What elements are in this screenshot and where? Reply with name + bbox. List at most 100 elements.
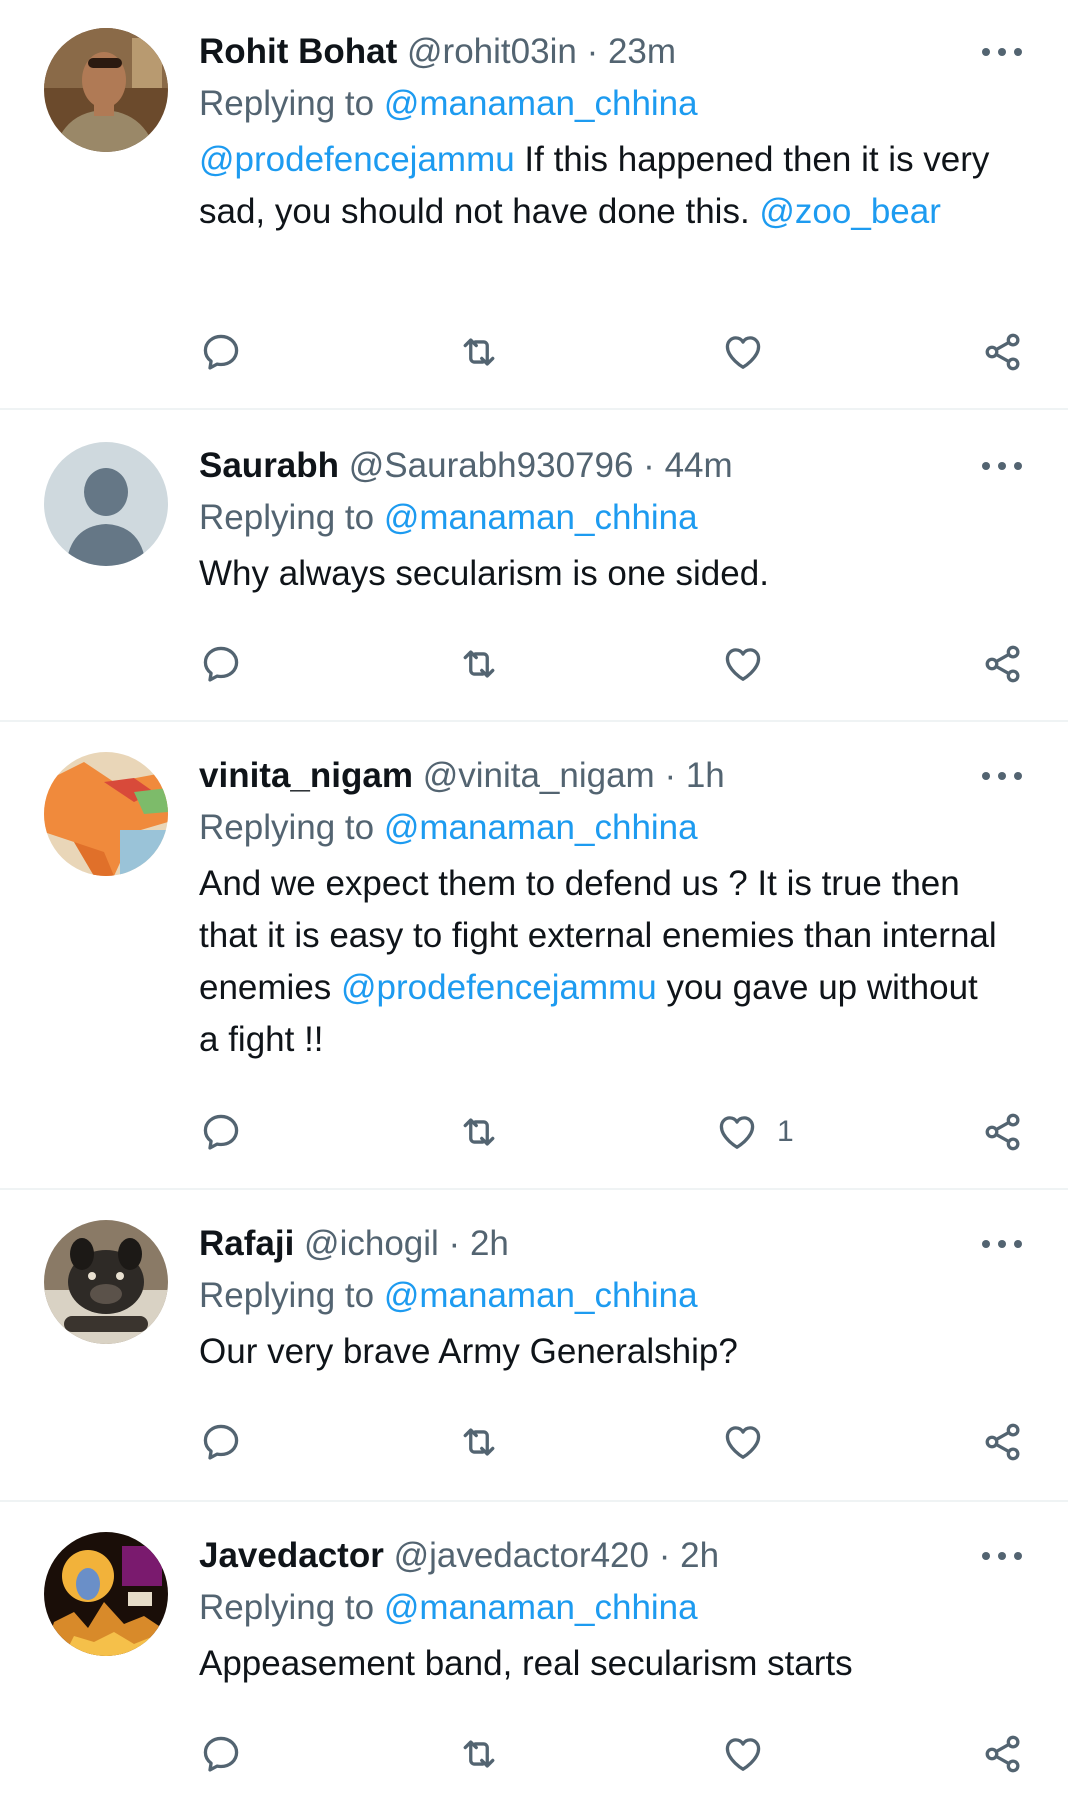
tweet-header: Javedactor @javedactor420 · 2h [199,1532,999,1580]
tweet[interactable]: vinita_nigam @vinita_nigam · 1h Replying… [0,722,1068,1188]
tweet-actions [199,1418,1039,1466]
share-button[interactable] [981,1418,1025,1466]
like-button[interactable] [721,640,783,688]
like-button[interactable] [721,328,783,376]
avatar[interactable] [44,752,168,876]
display-name[interactable]: Saurabh [199,446,339,485]
share-button[interactable] [981,1730,1025,1778]
user-handle[interactable]: @vinita_nigam [423,756,655,795]
retweet-button[interactable] [457,1108,501,1156]
replying-to-mention[interactable]: @manaman_chhina [384,84,698,123]
tweet-header: Rafaji @ichogil · 2h [199,1220,999,1268]
timestamp[interactable]: 44m [665,446,733,485]
replying-to-label: Replying to [199,84,375,123]
share-icon [981,330,1025,374]
heart-icon [715,1110,759,1154]
mention-link[interactable]: @prodefencejammu [341,968,657,1007]
reply-icon [199,1732,243,1776]
replying-to-label: Replying to [199,498,375,537]
tweet-actions [199,1730,1039,1778]
tweet[interactable]: Javedactor @javedactor420 · 2h Replying … [0,1502,1068,1808]
replying-to-mention[interactable]: @manaman_chhina [384,808,698,847]
retweet-button[interactable] [457,640,501,688]
separator-dot: · [643,446,655,485]
separator-dot: · [586,32,599,71]
user-handle[interactable]: @javedactor420 [394,1536,649,1575]
heart-icon [721,1732,765,1776]
replying-to: Replying to @manaman_chhina [199,490,999,546]
retweet-icon [457,330,501,374]
reply-button[interactable] [199,1108,243,1156]
more-options-icon[interactable] [980,770,1024,782]
more-options-icon[interactable] [980,460,1024,472]
like-button[interactable]: 1 [715,1108,794,1156]
user-handle[interactable]: @rohit03in [407,32,577,71]
tweet-text-segment: Why always secularism is one sided. [199,554,769,593]
avatar[interactable] [44,1532,168,1656]
like-button[interactable] [721,1730,783,1778]
tweet-text: Why always secularism is one sided. [199,548,999,600]
replying-to: Replying to @manaman_chhina [199,1268,999,1324]
timestamp[interactable]: 1h [686,756,725,795]
replying-to-mention[interactable]: @manaman_chhina [384,498,698,537]
timestamp[interactable]: 23m [608,32,676,71]
display-name[interactable]: Javedactor [199,1536,384,1575]
more-options-icon[interactable] [980,1238,1024,1250]
share-button[interactable] [981,640,1025,688]
separator-dot: · [664,756,677,795]
tweet[interactable]: Rohit Bohat @rohit03in · 23m Replying to… [0,0,1068,408]
user-handle[interactable]: @Saurabh930796 [349,446,634,485]
retweet-button[interactable] [457,328,501,376]
tweet-text-segment: Our very brave Army Generalship? [199,1332,738,1371]
display-name[interactable]: Rafaji [199,1224,294,1263]
reply-icon [199,1420,243,1464]
reply-icon [199,330,243,374]
avatar[interactable] [44,28,168,152]
more-options-icon[interactable] [980,46,1024,58]
more-options-icon[interactable] [980,1550,1024,1562]
replying-to-mention[interactable]: @manaman_chhina [384,1588,698,1627]
heart-icon [721,1420,765,1464]
tweet-text: @prodefencejammu If this happened then i… [199,134,999,238]
replying-to-label: Replying to [199,1588,375,1627]
replying-to: Replying to @manaman_chhina [199,76,999,132]
reply-icon [199,642,243,686]
share-button[interactable] [981,1108,1025,1156]
retweet-icon [457,1732,501,1776]
tweet-text: Appeasement band, real secularism starts [199,1638,999,1690]
like-count: 1 [777,1115,794,1148]
tweet-actions: 1 [199,1108,1039,1156]
timestamp[interactable]: 2h [680,1536,719,1575]
share-icon [981,642,1025,686]
retweet-button[interactable] [457,1418,501,1466]
like-button[interactable] [721,1418,783,1466]
retweet-icon [457,1110,501,1154]
avatar[interactable] [44,1220,168,1344]
avatar[interactable] [44,442,168,566]
retweet-button[interactable] [457,1730,501,1778]
display-name[interactable]: vinita_nigam [199,756,413,795]
tweet-header: Rohit Bohat @rohit03in · 23m [199,28,999,76]
mention-link[interactable]: @zoo_bear [759,192,940,231]
replying-to: Replying to @manaman_chhina [199,800,999,856]
reply-button[interactable] [199,640,243,688]
replying-to-mention[interactable]: @manaman_chhina [384,1276,698,1315]
tweet-text-segment: Appeasement band, real secularism starts [199,1644,853,1683]
tweet[interactable]: Saurabh @Saurabh930796 · 44m Replying to… [0,410,1068,720]
separator-dot: · [448,1224,461,1263]
tweet-actions [199,640,1039,688]
reply-button[interactable] [199,1418,243,1466]
tweet-actions [199,328,1039,376]
tweet-text: And we expect them to defend us ? It is … [199,858,999,1066]
separator-dot: · [658,1536,671,1575]
user-handle[interactable]: @ichogil [304,1224,439,1263]
share-button[interactable] [981,328,1025,376]
timestamp[interactable]: 2h [470,1224,509,1263]
reply-icon [199,1110,243,1154]
share-icon [981,1420,1025,1464]
display-name[interactable]: Rohit Bohat [199,32,397,71]
mention-link[interactable]: @prodefencejammu [199,140,515,179]
reply-button[interactable] [199,328,243,376]
tweet[interactable]: Rafaji @ichogil · 2h Replying to @manama… [0,1190,1068,1500]
reply-button[interactable] [199,1730,243,1778]
